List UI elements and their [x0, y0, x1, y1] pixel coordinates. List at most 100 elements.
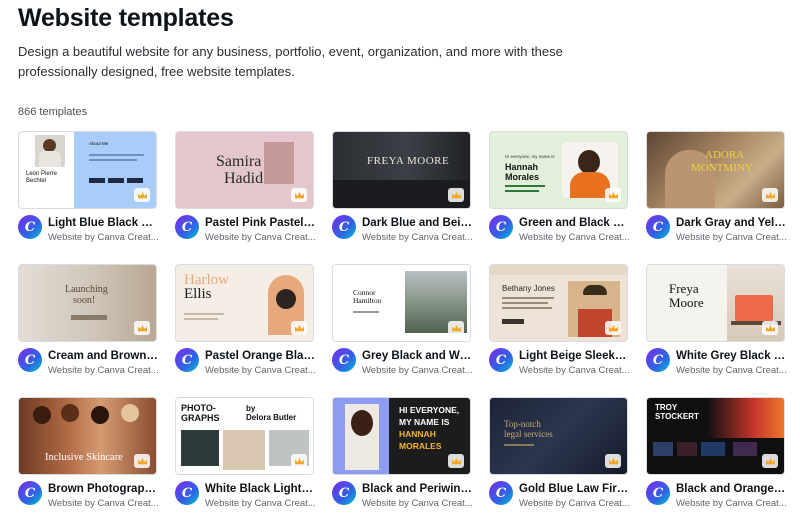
- template-author: Website by Canva Creat...: [676, 232, 786, 243]
- template-card[interactable]: Samira Hadid C Pastel Pink Pastel B... W…: [175, 131, 315, 243]
- template-title[interactable]: White Black Light M...: [205, 483, 315, 495]
- template-author: Website by Canva Creat...: [519, 232, 629, 243]
- crown-icon: [291, 188, 307, 202]
- template-author: Website by Canva Creat...: [48, 232, 158, 243]
- template-card[interactable]: Launching soon! C Cream and Brown P... W…: [18, 264, 158, 376]
- template-card[interactable]: Connor Hamilton C Grey Black and Whi... …: [332, 264, 472, 376]
- template-thumbnail[interactable]: Harlow Ellis: [175, 264, 314, 342]
- canva-logo-icon: C: [646, 348, 670, 372]
- template-title[interactable]: Black and Orange B...: [676, 483, 786, 495]
- template-thumbnail[interactable]: Inclusive Skincare: [18, 397, 157, 475]
- template-card[interactable]: ADORA MONTMINY C Dark Gray and Yello... …: [646, 131, 786, 243]
- crown-icon: [762, 454, 778, 468]
- people-photo: [33, 406, 51, 424]
- canva-logo-icon: C: [18, 481, 42, 505]
- thumb-text: About Me: [89, 141, 109, 146]
- template-thumbnail[interactable]: Freya Moore: [646, 264, 785, 342]
- template-author: Website by Canva Creat...: [676, 365, 786, 376]
- thumb-text: Freya: [669, 281, 699, 296]
- template-card[interactable]: Harlow Ellis C Pastel Orange Black... We…: [175, 264, 315, 376]
- page-title: Website templates: [18, 4, 234, 32]
- crown-icon: [134, 321, 150, 335]
- canva-logo-icon: C: [18, 215, 42, 239]
- thumb-text: Hi everyone, my name is: [505, 154, 555, 159]
- thumb-text: Moore: [669, 295, 704, 310]
- template-author: Website by Canva Creat...: [205, 498, 315, 509]
- template-thumbnail[interactable]: TROY STOCKERT: [646, 397, 785, 475]
- template-thumbnail[interactable]: FREYA MOORE: [332, 131, 471, 209]
- crown-icon: [762, 188, 778, 202]
- thumb-text: Samira: [216, 153, 262, 170]
- canva-logo-icon: C: [175, 215, 199, 239]
- thumb-text: FREYA MOORE: [367, 155, 450, 167]
- thumb-text: GRAPHS: [181, 413, 220, 423]
- template-title[interactable]: Cream and Brown P...: [48, 350, 158, 362]
- template-title[interactable]: Black and Periwinkl...: [362, 483, 472, 495]
- thumb-text: MORALES: [399, 441, 442, 451]
- template-thumbnail[interactable]: PHOTO- GRAPHS by Delora Butler: [175, 397, 314, 475]
- template-card[interactable]: Bethany Jones C Light Beige Sleek an... …: [489, 264, 629, 376]
- template-title[interactable]: Pastel Pink Pastel B...: [205, 217, 315, 229]
- canva-logo-icon: C: [18, 348, 42, 372]
- thumb-text: HANNAH: [399, 429, 436, 439]
- canva-logo-icon: C: [332, 348, 356, 372]
- template-card[interactable]: Top-notch legal services C Gold Blue Law…: [489, 397, 629, 509]
- template-author: Website by Canva Creat...: [519, 365, 629, 376]
- photo-tile: [223, 430, 265, 470]
- person-photo: [264, 142, 294, 184]
- template-thumbnail[interactable]: Top-notch legal services: [489, 397, 628, 475]
- thumb-text: Launching: [65, 284, 108, 295]
- thumb-text: MONTMINY: [691, 162, 753, 174]
- crown-icon: [605, 454, 621, 468]
- template-card[interactable]: TROY STOCKERT C Black and Orange B... We…: [646, 397, 786, 509]
- canva-logo-icon: C: [646, 481, 670, 505]
- template-card[interactable]: HI EVERYONE, MY NAME IS HANNAH MORALES C…: [332, 397, 472, 509]
- thumb-text: STOCKERT: [655, 412, 699, 421]
- template-thumbnail[interactable]: Leon Pierre Bechtel About Me: [18, 131, 157, 209]
- template-thumbnail[interactable]: HI EVERYONE, MY NAME IS HANNAH MORALES: [332, 397, 471, 475]
- thumb-text: Hamilton: [353, 296, 382, 305]
- template-thumbnail[interactable]: Connor Hamilton: [332, 264, 471, 342]
- thumb-text: Delora Butler: [246, 413, 297, 422]
- template-thumbnail[interactable]: Launching soon!: [18, 264, 157, 342]
- template-author: Website by Canva Creat...: [48, 365, 158, 376]
- template-thumbnail[interactable]: Bethany Jones: [489, 264, 628, 342]
- canva-logo-icon: C: [489, 348, 513, 372]
- template-title[interactable]: Dark Blue and Beig...: [362, 217, 472, 229]
- template-author: Website by Canva Creat...: [48, 498, 158, 509]
- template-thumbnail[interactable]: Hi everyone, my name is Hannah Morales: [489, 131, 628, 209]
- canva-logo-icon: C: [332, 481, 356, 505]
- template-card[interactable]: Freya Moore C White Grey Black Li... Web…: [646, 264, 786, 376]
- template-author: Website by Canva Creat...: [362, 232, 472, 243]
- template-title[interactable]: Green and Black Co...: [519, 217, 629, 229]
- template-author: Website by Canva Creat...: [362, 365, 472, 376]
- template-title[interactable]: White Grey Black Li...: [676, 350, 786, 362]
- template-title[interactable]: Light Beige Sleek an...: [519, 350, 629, 362]
- thumb-text: Hadid: [224, 170, 264, 187]
- canva-logo-icon: C: [489, 481, 513, 505]
- template-thumbnail[interactable]: ADORA MONTMINY: [646, 131, 785, 209]
- canva-logo-icon: C: [175, 481, 199, 505]
- crown-icon: [448, 321, 464, 335]
- template-title[interactable]: Gold Blue Law Firm ...: [519, 483, 629, 495]
- page-description: Design a beautiful website for any busin…: [18, 44, 563, 79]
- crown-icon: [605, 188, 621, 202]
- template-card[interactable]: PHOTO- GRAPHS by Delora Butler C White B…: [175, 397, 315, 509]
- template-title[interactable]: Light Blue Black an...: [48, 217, 158, 229]
- thumb-text: Bethany Jones: [502, 284, 555, 293]
- template-card[interactable]: Hi everyone, my name is Hannah Morales C…: [489, 131, 629, 243]
- template-thumbnail[interactable]: Samira Hadid: [175, 131, 314, 209]
- template-card[interactable]: FREYA MOORE C Dark Blue and Beig... Webs…: [332, 131, 472, 243]
- thumb-text: Bechtel: [26, 178, 47, 184]
- template-card[interactable]: Inclusive Skincare C Brown Photographi..…: [18, 397, 158, 509]
- template-title[interactable]: Pastel Orange Black...: [205, 350, 315, 362]
- thumb-text: Morales: [505, 172, 540, 182]
- template-title[interactable]: Brown Photographi...: [48, 483, 158, 495]
- crown-icon: [605, 321, 621, 335]
- template-title[interactable]: Dark Gray and Yello...: [676, 217, 786, 229]
- template-author: Website by Canva Creat...: [362, 498, 472, 509]
- template-author: Website by Canva Creat...: [519, 498, 629, 509]
- thumb-text: MY NAME IS: [399, 417, 450, 427]
- template-card[interactable]: Leon Pierre Bechtel About Me C Light Blu…: [18, 131, 158, 243]
- template-title[interactable]: Grey Black and Whi...: [362, 350, 472, 362]
